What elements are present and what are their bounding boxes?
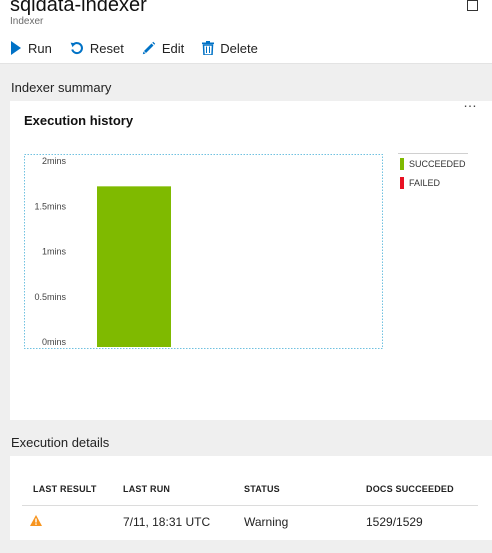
delete-button[interactable]: Delete: [202, 41, 258, 56]
page-title: sqldata-indexer: [10, 0, 147, 16]
bar-succeeded[interactable]: [97, 186, 171, 347]
last-run-cell: 7/11, 18:31 UTC: [123, 515, 211, 529]
y-tick-label: 0mins: [42, 337, 67, 347]
column-header-docs-succeeded: DOCS SUCCEEDED: [366, 484, 454, 494]
y-tick-label: 0.5mins: [34, 292, 66, 302]
y-tick-label: 1.5mins: [34, 201, 66, 211]
plot-area: [24, 154, 383, 349]
legend-swatch-failed: [400, 177, 404, 189]
y-tick-label: 1mins: [42, 247, 67, 257]
maximize-icon[interactable]: [467, 0, 478, 11]
more-options-icon[interactable]: …: [463, 95, 478, 109]
command-bar: Run Reset Edit Delete: [10, 38, 276, 58]
trash-icon: [202, 41, 215, 55]
warning-icon: [30, 515, 42, 526]
legend-label-failed: FAILED: [409, 178, 441, 188]
edit-label: Edit: [161, 40, 185, 56]
column-header-last-result: LAST RESULT: [33, 484, 97, 494]
legend-swatch-succeeded: [400, 158, 404, 170]
legend-item-failed[interactable]: FAILED: [398, 174, 468, 192]
run-button[interactable]: Run: [10, 41, 52, 56]
reset-button[interactable]: Reset: [70, 41, 124, 56]
indexer-summary-label: Indexer summary: [11, 80, 112, 95]
chart-legend: SUCCEEDED FAILED: [398, 153, 468, 192]
column-header-status: STATUS: [244, 484, 280, 494]
status-cell: Warning: [244, 515, 289, 529]
delete-label: Delete: [220, 40, 258, 56]
y-tick-label: 2mins: [42, 156, 67, 166]
legend-item-succeeded[interactable]: SUCCEEDED: [398, 155, 468, 173]
header-divider: [22, 505, 478, 506]
page-subtitle: Indexer: [10, 16, 44, 27]
execution-history-card: Execution history 0mins 0.5mins 1mins 1.5mi…: [10, 101, 492, 420]
execution-history-chart: 0mins 0.5mins 1mins 1.5mins 2mins: [24, 154, 383, 349]
docs-succeeded-cell: 1529/1529: [366, 515, 423, 529]
play-icon: [11, 41, 21, 55]
legend-label-succeeded: SUCCEEDED: [409, 159, 466, 169]
edit-button[interactable]: Edit: [142, 41, 184, 56]
pencil-icon: [142, 41, 156, 55]
reset-label: Reset: [89, 40, 124, 56]
reset-icon: [70, 42, 83, 55]
blade-header: sqldata-indexer Indexer Run Reset Edit D…: [0, 0, 492, 64]
run-label: Run: [28, 40, 52, 56]
execution-details-label: Execution details: [11, 435, 110, 450]
column-header-last-run: LAST RUN: [123, 484, 171, 494]
execution-details-table: LAST RESULT LAST RUN STATUS DOCS SUCCEED…: [10, 456, 478, 540]
